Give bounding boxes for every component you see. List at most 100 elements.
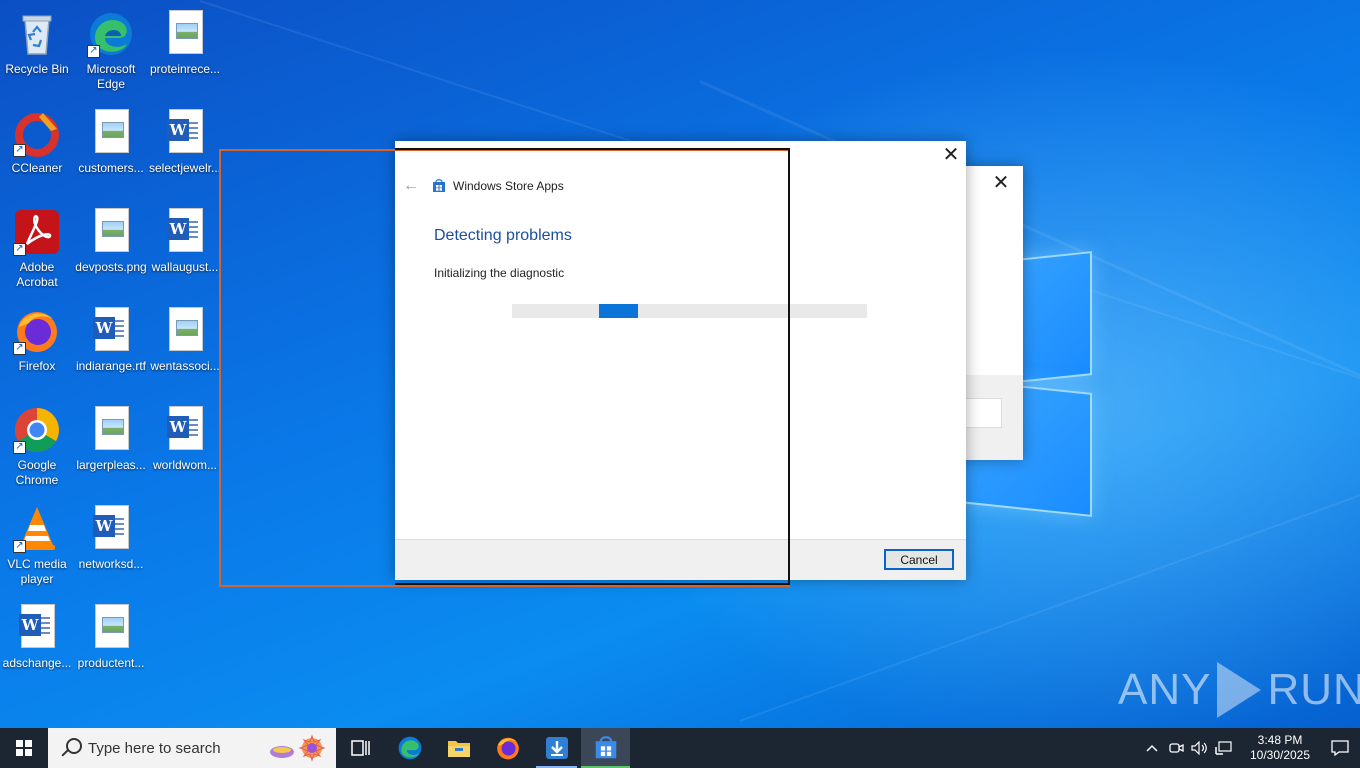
desktop-icon-worldwom[interactable]: W worldwom... <box>148 400 222 492</box>
shortcut-arrow-icon: ↗ <box>13 243 26 256</box>
desktop-icon-label: productent... <box>77 656 145 670</box>
desktop-icon-label: Google Chrome <box>15 458 59 487</box>
back-arrow-icon[interactable]: ← <box>403 177 419 195</box>
dialog-title: Windows Store Apps <box>453 179 564 193</box>
desktop-icon-vlc[interactable]: ↗ VLC media player <box>0 499 74 591</box>
page-heading: Detecting problems <box>434 227 572 244</box>
notification-icon <box>1331 740 1349 756</box>
desktop-icon-proteinrece[interactable]: proteinrece... <box>148 4 222 96</box>
desktop-icon-recycle-bin[interactable]: Recycle Bin <box>0 4 74 96</box>
taskbar-edge-button[interactable] <box>385 728 434 768</box>
status-text: Initializing the diagnostic <box>434 266 565 280</box>
task-view-button[interactable] <box>336 728 385 768</box>
file-explorer-icon <box>447 741 470 757</box>
desktop-icon-label: largerpleas... <box>76 458 146 472</box>
image-file-icon <box>87 406 135 454</box>
close-icon[interactable]: ✕ <box>991 173 1011 194</box>
close-icon[interactable]: ✕ <box>940 145 962 167</box>
taskbar-file-explorer-button[interactable] <box>434 728 483 768</box>
shortcut-arrow-icon: ↗ <box>13 144 26 157</box>
desktop-icon-label: Microsoft Edge <box>86 62 136 91</box>
desktop-icon-wentassoci[interactable]: wentassoci... <box>148 301 222 393</box>
image-file-icon <box>87 604 135 652</box>
clock[interactable]: 3:48 PM 10/30/2025 <box>1240 733 1320 763</box>
taskbar-downloader-button[interactable] <box>532 728 581 768</box>
shortcut-arrow-icon: ↗ <box>13 441 26 454</box>
desktop-icon-productent[interactable]: productent... <box>74 598 148 690</box>
shortcut-arrow-icon: ↗ <box>13 342 26 355</box>
store-troubleshooter-icon <box>595 736 616 759</box>
shortcut-arrow-icon: ↗ <box>87 45 100 58</box>
desktop-icon-label: proteinrece... <box>149 62 221 76</box>
desktop-icon-label: VLC media player <box>7 557 67 586</box>
acrobat-icon: ↗ <box>13 208 61 256</box>
firefox-icon: ↗ <box>13 307 61 355</box>
desktop-icon-microsoft-edge[interactable]: ↗ Microsoft Edge <box>74 4 148 96</box>
desktop-icon-google-chrome[interactable]: ↗ Google Chrome <box>0 400 74 492</box>
volume-icon[interactable] <box>1188 728 1212 768</box>
desktop-icon-label: Recycle Bin <box>5 62 69 76</box>
task-view-icon <box>350 740 370 756</box>
image-file-icon <box>87 109 135 157</box>
desktop-icon-adschange[interactable]: W adschange... <box>0 598 74 690</box>
vlc-icon: ↗ <box>13 505 61 553</box>
search-box[interactable]: Type here to search <box>48 728 336 768</box>
shortcut-arrow-icon: ↗ <box>13 540 26 553</box>
recycle-bin-icon <box>13 10 61 58</box>
desktop-icon-networksd[interactable]: W networksd... <box>74 499 148 591</box>
firefox-icon <box>496 737 519 760</box>
desktop-icon-label: adschange... <box>2 656 72 670</box>
desktop-icon-label: selectjewelr... <box>148 161 222 175</box>
progress-indicator <box>599 304 638 318</box>
desktop-icon-customers[interactable]: customers... <box>74 103 148 195</box>
show-hidden-icons-chevron-up-icon[interactable] <box>1140 728 1164 768</box>
network-icon[interactable] <box>1212 728 1236 768</box>
progress-bar <box>512 304 867 318</box>
anyrun-watermark: ANY RUN <box>1118 660 1360 720</box>
word-doc-icon: W <box>161 109 209 157</box>
edge-icon: ↗ <box>87 10 135 58</box>
edge-icon <box>398 736 421 760</box>
taskbar-firefox-button[interactable] <box>483 728 532 768</box>
ccleaner-icon: ↗ <box>13 109 61 157</box>
word-doc-icon: W <box>161 406 209 454</box>
image-file-icon <box>87 208 135 256</box>
desktop-icon-firefox[interactable]: ↗ Firefox <box>0 301 74 393</box>
play-icon <box>1217 662 1262 718</box>
desktop-icon-indiarange[interactable]: W indiarange.rtf <box>74 301 148 393</box>
desktop-icon-label: wentassoci... <box>150 359 220 373</box>
word-doc-icon: W <box>13 604 61 652</box>
desktop-icon-largerpleas[interactable]: largerpleas... <box>74 400 148 492</box>
desktop: Recycle Bin ↗ CCleaner ↗ Adobe Acrobat ↗… <box>0 0 1360 728</box>
search-highlight-icon <box>268 734 328 762</box>
taskbar-store-troubleshooter-button[interactable] <box>581 728 630 768</box>
desktop-icon-label: customers... <box>78 161 144 175</box>
desktop-icon-selectjewelr[interactable]: W selectjewelr... <box>148 103 222 195</box>
desktop-icon-label: indiarange.rtf <box>75 359 147 373</box>
desktop-icon-adobe-acrobat[interactable]: ↗ Adobe Acrobat <box>0 202 74 294</box>
desktop-icon-devposts[interactable]: devposts.png <box>74 202 148 294</box>
system-tray: 3:48 PM 10/30/2025 <box>1140 728 1360 768</box>
clock-time: 3:48 PM <box>1257 733 1303 747</box>
chrome-icon: ↗ <box>13 406 61 454</box>
word-doc-icon: W <box>161 208 209 256</box>
notifications-button[interactable] <box>1320 728 1360 768</box>
desktop-icon-label: Firefox <box>18 359 56 373</box>
image-file-icon <box>161 307 209 355</box>
downloader-icon <box>545 737 568 759</box>
desktop-icon-wallaugust[interactable]: W wallaugust... <box>148 202 222 294</box>
meet-now-icon[interactable] <box>1164 728 1188 768</box>
troubleshooter-dialog: ✕ ← Windows Store Apps Detecting problem… <box>395 141 966 580</box>
watermark-text-left: ANY <box>1118 665 1212 714</box>
desktop-icon-ccleaner[interactable]: ↗ CCleaner <box>0 103 74 195</box>
word-doc-icon: W <box>87 307 135 355</box>
desktop-icon-label: Adobe Acrobat <box>16 260 58 289</box>
dialog-footer: Cancel <box>395 539 966 580</box>
search-placeholder: Type here to search <box>88 739 221 757</box>
desktop-icon-label: CCleaner <box>11 161 63 175</box>
start-button[interactable] <box>0 728 48 768</box>
desktop-icon-label: devposts.png <box>75 260 147 274</box>
image-file-icon <box>161 10 209 58</box>
desktop-icon-label: worldwom... <box>152 458 217 472</box>
cancel-button[interactable]: Cancel <box>884 549 954 570</box>
